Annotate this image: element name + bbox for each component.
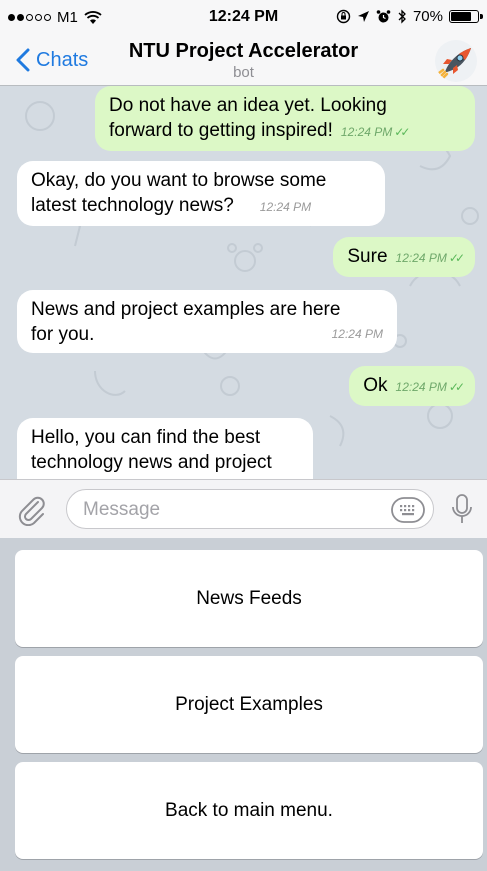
lock-rotation-icon <box>336 9 351 24</box>
read-checks-icon: ✓✓ <box>448 380 465 394</box>
bot-avatar[interactable] <box>435 40 477 82</box>
message-timestamp: 12:24 PM <box>395 251 447 265</box>
message-text: latest technology news? <box>31 195 234 216</box>
bluetooth-icon <box>398 9 406 24</box>
message-timestamp: 12:24 PM <box>395 380 447 394</box>
message-bubble-incoming[interactable]: News and project examples are here for y… <box>17 290 397 353</box>
project-examples-button[interactable]: Project Examples <box>15 656 483 753</box>
message-field[interactable] <box>66 489 434 529</box>
message-bubble-outgoing[interactable]: Do not have an idea yet. Looking forward… <box>95 86 475 151</box>
message-timestamp: 12:24 PM <box>331 327 383 341</box>
message-timestamp: 12:24 PM <box>340 125 393 139</box>
location-icon <box>357 11 369 22</box>
keyboard-icon[interactable] <box>391 497 425 523</box>
message-text: Okay, do you want to browse some <box>31 170 327 191</box>
message-time: 12:24 PM ✓✓ <box>395 380 466 394</box>
message-line: forward to getting inspired! 12:24 PM ✓✓ <box>109 118 461 145</box>
message-text: Hello, you can find the best <box>31 427 261 448</box>
read-checks-icon: ✓✓ <box>394 125 410 139</box>
news-feeds-button[interactable]: News Feeds <box>15 550 483 647</box>
chat-subtitle: bot <box>233 64 254 81</box>
message-text: forward to getting inspired! <box>109 120 333 141</box>
paperclip-icon[interactable] <box>16 494 48 526</box>
message-time: 12:24 PM ✓✓ <box>340 125 411 139</box>
message-bubble-incoming[interactable]: Okay, do you want to browse some latest … <box>17 161 385 226</box>
message-input-bar <box>0 479 487 538</box>
back-to-main-menu-button[interactable]: Back to main menu. <box>15 762 483 859</box>
message-line: for you. 12:24 PM <box>31 322 383 347</box>
bot-keyboard: News Feeds Project Examples Back to main… <box>0 538 487 871</box>
message-text: Do not have an idea yet. Looking <box>109 95 387 116</box>
message-text: News and project examples are here <box>31 299 341 320</box>
status-bar: M1 12:24 PM 70% <box>0 0 487 34</box>
message-text: Ok <box>363 375 388 396</box>
message-bubble-outgoing[interactable]: Sure 12:24 PM ✓✓ <box>333 237 475 277</box>
read-checks-icon: ✓✓ <box>448 251 465 265</box>
message-text: for you. <box>31 324 95 345</box>
status-right: 70% <box>336 8 483 25</box>
message-text: technology news and project <box>31 452 272 473</box>
message-line: latest technology news? 12:24 PM <box>31 193 371 220</box>
battery-percent: 70% <box>412 8 443 25</box>
message-bubble-outgoing[interactable]: Ok 12:24 PM ✓✓ <box>349 366 475 406</box>
message-text: Sure <box>347 246 388 267</box>
message-time: 12:24 PM ✓✓ <box>395 251 466 265</box>
microphone-icon[interactable] <box>451 493 473 525</box>
chat-title[interactable]: NTU Project Accelerator <box>0 40 487 63</box>
chat-header: Chats NTU Project Accelerator bot <box>0 34 487 86</box>
message-list[interactable]: Do not have an idea yet. Looking forward… <box>0 86 487 479</box>
battery-icon <box>449 10 483 23</box>
rocket-icon <box>437 48 471 80</box>
message-input[interactable] <box>83 497 373 523</box>
message-timestamp: 12:24 PM <box>259 200 312 214</box>
message-bubble-incoming[interactable]: Hello, you can find the best technology … <box>17 418 313 479</box>
alarm-icon <box>376 10 391 23</box>
